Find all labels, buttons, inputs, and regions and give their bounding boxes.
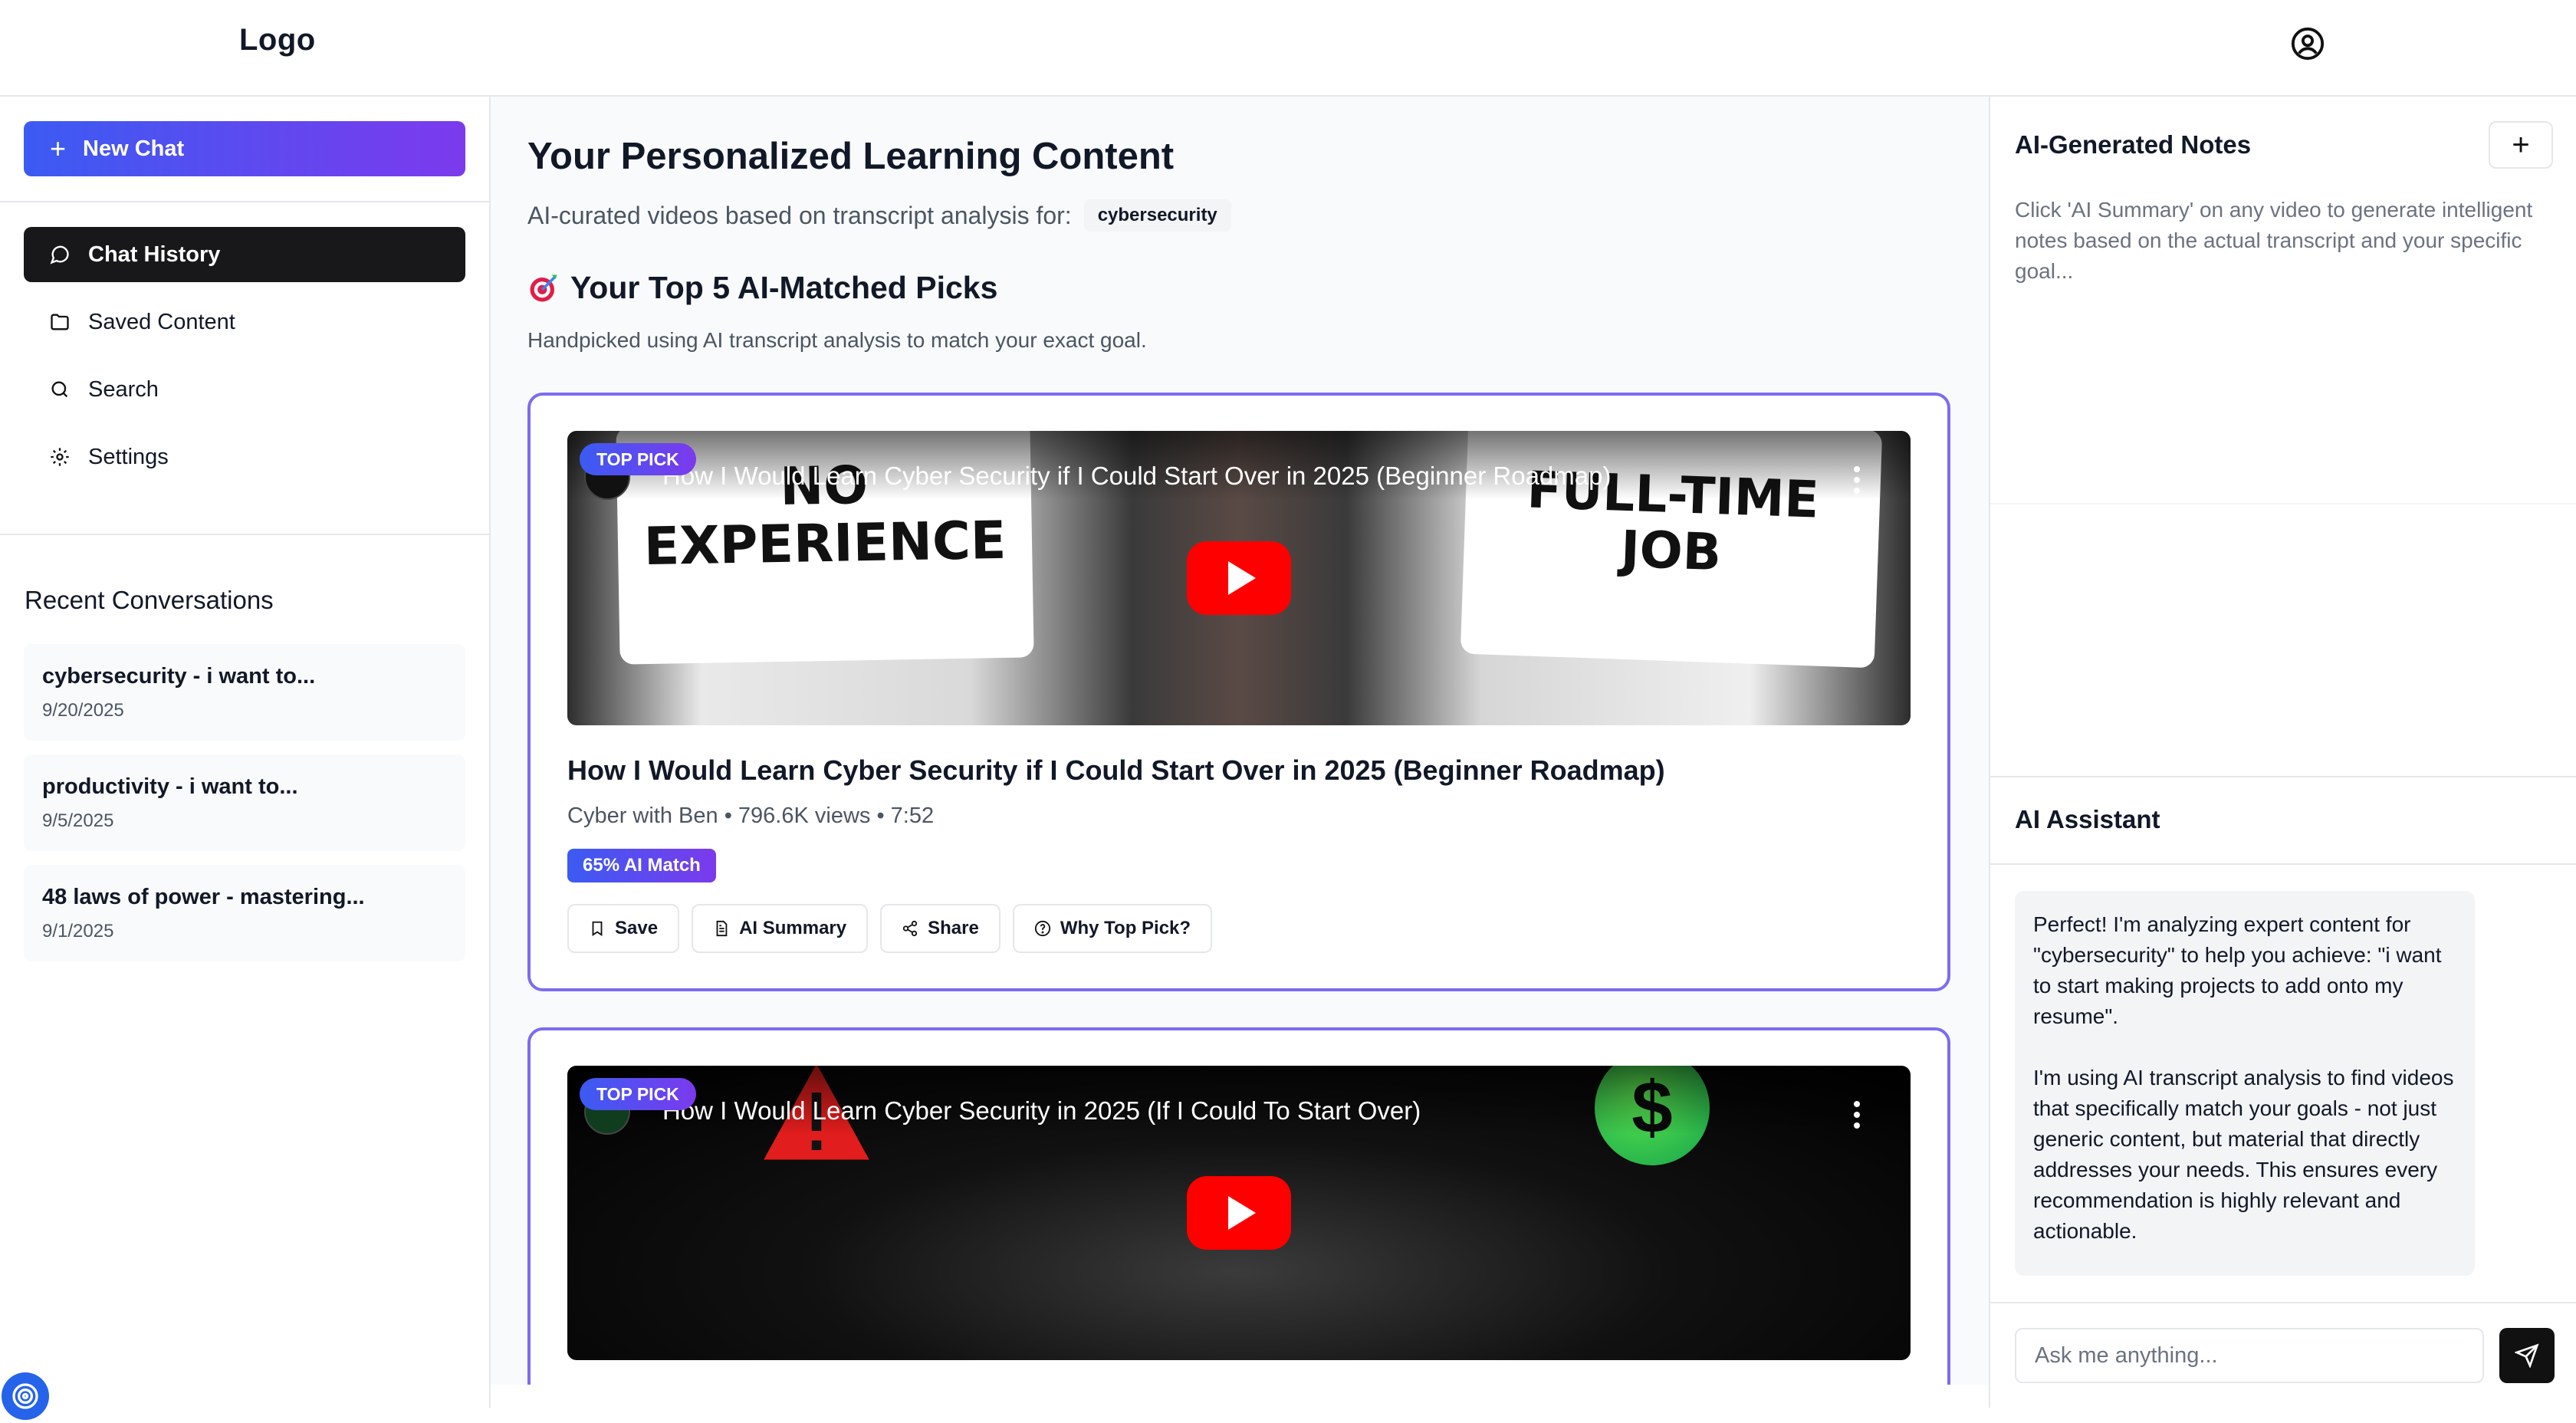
main-content: Your Personalized Learning Content AI-cu… — [491, 97, 1989, 1385]
conversation-date: 9/5/2025 — [42, 810, 114, 831]
video-embed-title[interactable]: How I Would Learn Cyber Security in 2025… — [662, 1096, 1421, 1126]
conversation-title: 48 laws of power - mastering... — [42, 885, 365, 909]
assistant-divider — [1990, 776, 2576, 777]
conversation-title: productivity - i want to... — [42, 774, 298, 799]
add-note-button[interactable]: + — [2489, 121, 2553, 169]
bookmark-icon — [592, 921, 603, 936]
button-label: Save — [615, 918, 659, 938]
search-icon — [48, 378, 71, 401]
subtitle-text: AI-curated videos based on transcript an… — [527, 201, 1072, 229]
new-chat-button[interactable]: + New Chat — [24, 121, 465, 176]
video-actions: Save AI Summary Share Why Top Pick? — [567, 904, 1911, 953]
video-title[interactable]: How I Would Learn Cyber Security if I Co… — [567, 754, 1911, 787]
document-icon — [716, 920, 728, 937]
share-button[interactable]: Share — [880, 904, 1001, 953]
topic-chip: cybersecurity — [1083, 199, 1231, 232]
sidebar-divider — [0, 534, 491, 535]
account-button[interactable] — [2288, 25, 2327, 63]
top-picks-heading: Your Top 5 AI-Matched Picks — [527, 270, 997, 306]
more-options-icon[interactable] — [1852, 1101, 1861, 1132]
recent-conversations-title: Recent Conversations — [25, 586, 274, 614]
ai-match-badge: 65% AI Match — [567, 849, 716, 882]
sidebar-divider — [0, 201, 491, 202]
gear-icon — [48, 445, 71, 468]
sidebar-item-label: Settings — [88, 444, 169, 469]
notes-title: AI-Generated Notes — [2015, 130, 2252, 159]
send-icon — [2515, 1343, 2539, 1368]
assistant-divider — [1990, 863, 2576, 865]
target-icon — [12, 1383, 38, 1409]
chat-input[interactable] — [2015, 1328, 2484, 1383]
plus-icon: + — [50, 133, 67, 164]
folder-icon — [48, 311, 71, 334]
save-button[interactable]: Save — [567, 904, 680, 953]
more-options-icon[interactable] — [1852, 466, 1861, 497]
button-label: AI Summary — [739, 918, 847, 938]
top-pick-badge: TOP PICK — [580, 443, 696, 475]
assistant-divider — [1990, 1302, 2576, 1303]
dart-target-icon — [530, 274, 557, 301]
recent-conversation-item[interactable]: 48 laws of power - mastering... 9/1/2025 — [24, 865, 465, 961]
sidebar-item-label: Saved Content — [88, 309, 235, 334]
right-panel: AI-Generated Notes + Click 'AI Summary' … — [1989, 97, 2576, 1408]
play-button-icon[interactable] — [1187, 541, 1291, 615]
notes-hint: Click 'AI Summary' on any video to gener… — [2015, 198, 2533, 283]
sidebar: + New Chat Chat History Saved Content Se… — [0, 97, 491, 1408]
top-pick-badge: TOP PICK — [580, 1078, 696, 1110]
plus-icon: + — [2512, 128, 2530, 162]
app-root: Logo + New Chat Chat History Saved Conte… — [0, 0, 2576, 1423]
recent-conversation-item[interactable]: productivity - i want to... 9/5/2025 — [24, 754, 465, 851]
conversation-title: cybersecurity - i want to... — [42, 664, 316, 688]
assistant-title: AI Assistant — [2015, 805, 2160, 833]
video-card: NO EXPERIENCE FULL-TIME JOB How I Would … — [527, 393, 1950, 991]
sidebar-item-saved-content[interactable]: Saved Content — [24, 294, 465, 350]
sidebar-item-search[interactable]: Search — [24, 362, 465, 417]
video-meta: Cyber with Ben • 796.6K views • 7:52 — [567, 804, 935, 828]
play-button-icon[interactable] — [1187, 1176, 1291, 1250]
sidebar-item-chat-history[interactable]: Chat History — [24, 227, 465, 282]
user-circle-icon — [2291, 27, 2325, 61]
sidebar-item-settings[interactable]: Settings — [24, 429, 465, 485]
video-player[interactable]: NO EXPERIENCE FULL-TIME JOB How I Would … — [567, 431, 1911, 725]
recent-conversation-item[interactable]: cybersecurity - i want to... 9/20/2025 — [24, 644, 465, 741]
sidebar-item-label: Chat History — [88, 242, 221, 267]
share-icon — [902, 920, 918, 937]
notes-divider — [1990, 503, 2576, 504]
conversation-date: 9/20/2025 — [42, 700, 124, 721]
recent-conversations-list: cybersecurity - i want to... 9/20/2025 p… — [24, 644, 465, 975]
help-circle-icon — [1034, 920, 1050, 937]
button-label: Share — [928, 918, 979, 938]
video-player[interactable]: $ How I Would Learn Cyber Security in 20… — [567, 1066, 1911, 1360]
top-picks-title: Your Top 5 AI-Matched Picks — [570, 270, 998, 305]
ai-summary-button[interactable]: AI Summary — [692, 904, 869, 953]
sidebar-item-label: Search — [88, 376, 159, 402]
conversation-date: 9/1/2025 — [42, 921, 114, 942]
logo[interactable]: Logo — [239, 23, 316, 58]
top-picks-subtitle: Handpicked using AI transcript analysis … — [527, 328, 1147, 352]
assistant-message: Perfect! I'm analyzing expert content fo… — [2015, 891, 2475, 1276]
top-bar: Logo — [0, 0, 2576, 97]
new-chat-label: New Chat — [83, 136, 185, 161]
page-subtitle: AI-curated videos based on transcript an… — [527, 199, 1231, 232]
why-top-pick-button[interactable]: Why Top Pick? — [1012, 904, 1213, 953]
send-button[interactable] — [2499, 1328, 2555, 1383]
help-button[interactable] — [2, 1372, 49, 1420]
video-embed-title[interactable]: How I Would Learn Cyber Security if I Co… — [662, 462, 1611, 491]
sidebar-nav: Chat History Saved Content Search Settin… — [24, 227, 465, 497]
button-label: Why Top Pick? — [1060, 918, 1191, 938]
message-circle-icon — [48, 243, 71, 266]
video-card: $ How I Would Learn Cyber Security in 20… — [527, 1027, 1950, 1385]
page-title: Your Personalized Learning Content — [527, 136, 1175, 177]
